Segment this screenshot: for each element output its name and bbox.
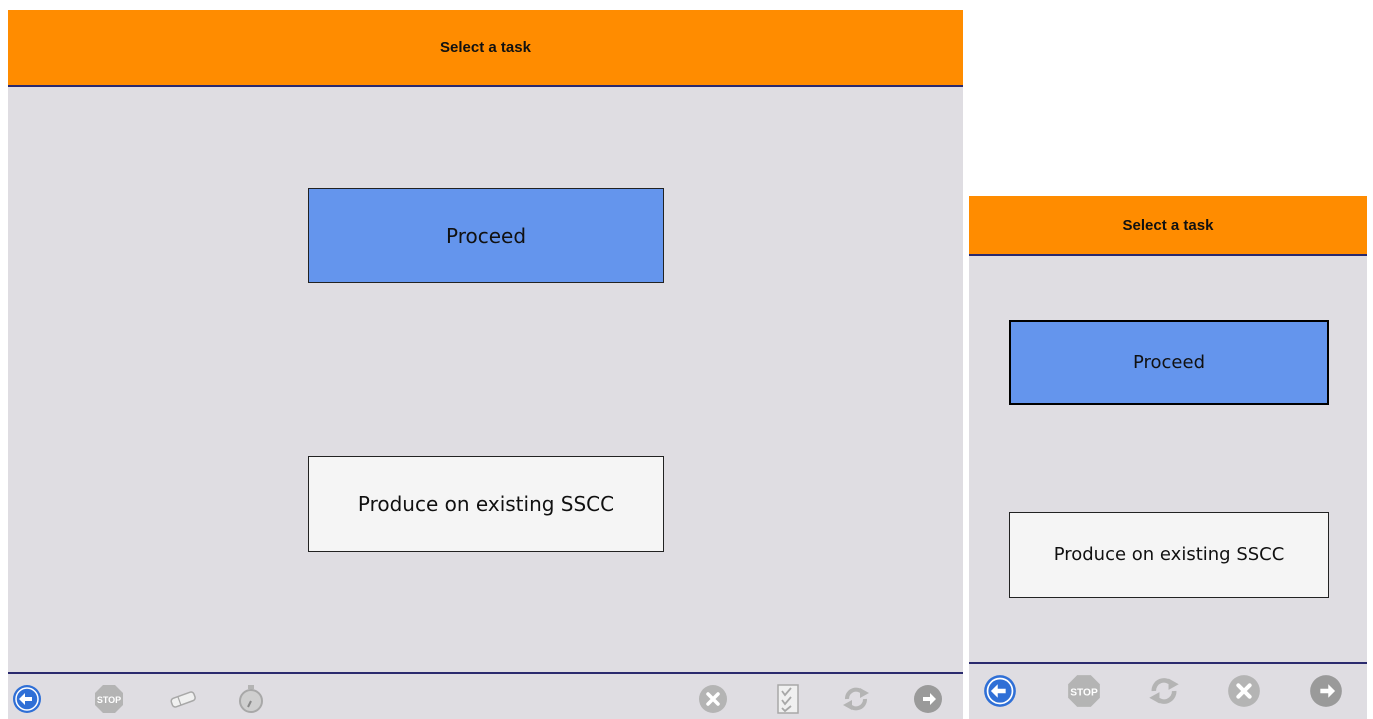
refresh-icon[interactable]: [1147, 674, 1181, 708]
header-bar: Select a task: [8, 10, 963, 87]
stop-icon[interactable]: STOP: [94, 684, 124, 714]
proceed-button[interactable]: Proceed: [1009, 320, 1329, 405]
bottom-toolbar: STOP: [969, 662, 1367, 719]
stop-icon-label: STOP: [97, 695, 121, 705]
page-title: Select a task: [1122, 216, 1214, 234]
task-panel-small: Select a task Proceed Produce on existin…: [969, 196, 1367, 719]
proceed-button[interactable]: Proceed: [308, 188, 664, 283]
forward-icon[interactable]: [913, 684, 943, 714]
header-bar: Select a task: [969, 196, 1367, 256]
stopwatch-icon[interactable]: [236, 684, 266, 714]
task-panel-large: Select a task Proceed Produce on existin…: [8, 10, 963, 719]
refresh-icon[interactable]: [841, 684, 871, 714]
cancel-icon[interactable]: [1227, 674, 1261, 708]
eraser-icon[interactable]: [168, 684, 198, 714]
checklist-icon[interactable]: [773, 684, 803, 714]
forward-icon[interactable]: [1309, 674, 1343, 708]
page-title: Select a task: [440, 39, 531, 56]
back-icon[interactable]: [983, 674, 1017, 708]
produce-on-existing-sscc-button[interactable]: Produce on existing SSCC: [308, 456, 664, 552]
bottom-toolbar: STOP: [8, 672, 963, 719]
stop-icon[interactable]: STOP: [1067, 674, 1101, 708]
stop-icon-label: STOP: [1070, 688, 1098, 699]
produce-on-existing-sscc-button[interactable]: Produce on existing SSCC: [1009, 512, 1329, 598]
cancel-icon[interactable]: [698, 684, 728, 714]
back-icon[interactable]: [12, 684, 42, 714]
